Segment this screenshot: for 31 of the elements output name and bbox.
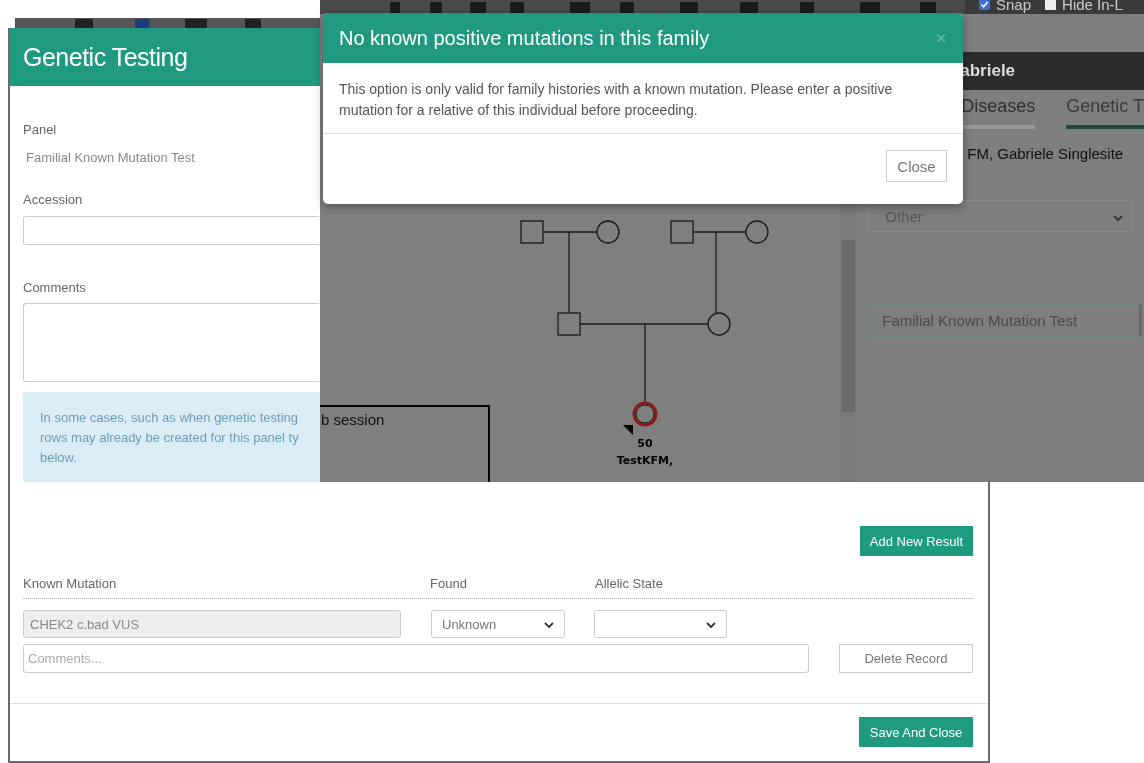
modal-message: This option is only valid for family histories with a known mutation. Please enter a positive mutation for a relative of this individual before proceeding.: [339, 81, 893, 118]
checkbox[interactable]: [979, 0, 990, 10]
note-text: b session: [321, 411, 385, 428]
column-header: Found: [430, 575, 468, 593]
delete-record-button[interactable]: Delete Record: [839, 644, 973, 673]
add-result-button[interactable]: Add New Result: [859, 526, 973, 556]
tab[interactable]: Genetic T: [1066, 96, 1144, 129]
column-header: Known Mutation: [23, 575, 118, 593]
dialog-title: Genetic Testing: [23, 42, 188, 72]
known-mutation-field[interactable]: CHEK2 c.bad VUS: [23, 610, 401, 638]
name-label: TestKFM,: [616, 454, 674, 467]
age-label: 50: [637, 437, 653, 450]
patient-name: FM, Gabriele Singlesite: [966, 145, 1125, 162]
comments-field[interactable]: [23, 303, 319, 382]
info-text: In some cases, such as when genetic testing rows may already be created for this panel ty below.: [40, 410, 299, 465]
allelic-state-select[interactable]: [594, 610, 727, 638]
panel-label: Panel: [23, 121, 57, 139]
result-comments-field[interactable]: Comments...: [23, 644, 809, 673]
chevron-icon: [544, 621, 554, 629]
accession-field[interactable]: [23, 216, 319, 245]
checkbox[interactable]: [1045, 0, 1057, 10]
close-button[interactable]: Close: [886, 150, 947, 182]
column-header: Allelic State: [595, 575, 664, 593]
chevron-icon: [706, 621, 716, 629]
accession-label: Accession: [23, 191, 83, 209]
panel-value: Familial Known Mutation Test: [25, 149, 195, 167]
modal-title: No known positive mutations in this family: [339, 26, 710, 50]
save-and-close-button[interactable]: Save And Close: [859, 717, 973, 747]
comments-label: Comments: [23, 279, 86, 297]
chevron-icon: [1113, 214, 1123, 222]
found-select[interactable]: Unknown: [431, 610, 565, 638]
